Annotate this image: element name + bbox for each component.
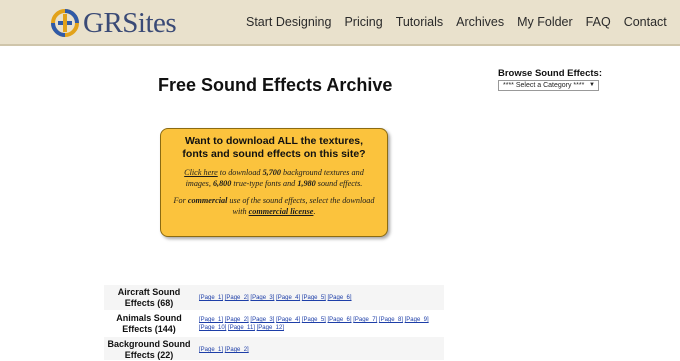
main-nav: Start Designing Pricing Tutorials Archiv…	[246, 0, 680, 44]
nav-my-folder[interactable]: My Folder	[517, 15, 573, 29]
category-select[interactable]: **** Select a Category **** ▼	[498, 80, 599, 91]
category-pages: [Page_1] [Page_2]	[194, 337, 444, 360]
category-row-animals: Animals Sound Effects (144) [Page_1] [Pa…	[104, 311, 444, 337]
page-link[interactable]: [Page_2]	[225, 347, 249, 353]
promo-text: true-type fonts and	[231, 178, 298, 188]
sound-archive-table: Aircraft Sound Effects (68) [Page_1] [Pa…	[104, 285, 444, 361]
logo-text: GRSites	[83, 7, 177, 39]
nav-faq[interactable]: FAQ	[586, 15, 611, 29]
page-link[interactable]: [Page_5]	[302, 317, 326, 323]
promo-paragraph-commercial: For commercial use of the sound effects,…	[171, 196, 377, 217]
page-link[interactable]: [Page_1]	[199, 347, 223, 353]
page-link[interactable]: [Page_1]	[199, 317, 223, 323]
page-link[interactable]: [Page_3]	[250, 317, 274, 323]
nav-pricing[interactable]: Pricing	[344, 15, 382, 29]
nav-start-designing[interactable]: Start Designing	[246, 15, 331, 29]
page-link[interactable]: [Page_6]	[328, 295, 352, 301]
page-link[interactable]: [Page_10]	[199, 325, 226, 331]
promo-text: sound effects.	[315, 178, 363, 188]
download-promo-box: Want to download ALL the textures, fonts…	[160, 128, 388, 237]
promo-count-textures: 5,700	[262, 168, 281, 177]
page-link[interactable]: [Page_2]	[225, 295, 249, 301]
page-link[interactable]: [Page_1]	[199, 295, 223, 301]
page-link[interactable]: [Page_7]	[353, 317, 377, 323]
page-link[interactable]: [Page_9]	[405, 317, 429, 323]
promo-count-fonts: 6,800	[212, 178, 232, 188]
promo-count-sounds: 1,980	[297, 178, 316, 188]
promo-paragraph-download: Click here to download 5,700 background …	[171, 168, 377, 189]
commercial-license-link[interactable]: commercial license	[249, 207, 314, 216]
nav-tutorials[interactable]: Tutorials	[396, 15, 443, 29]
page-link[interactable]: [Page_2]	[225, 317, 249, 323]
category-pages: [Page_1] [Page_2] [Page_3] [Page_4] [Pag…	[194, 285, 444, 310]
category-name: Aircraft Sound Effects (68)	[117, 287, 181, 308]
category-row-background: Background Sound Effects (22) [Page_1] […	[104, 337, 444, 361]
page-link[interactable]: [Page_5]	[302, 295, 326, 301]
page-title: Free Sound Effects Archive	[158, 75, 393, 95]
logo-mark-icon	[50, 8, 80, 38]
page-link[interactable]: [Page_11]	[228, 325, 255, 331]
promo-text: For	[173, 196, 188, 205]
category-pages: [Page_1] [Page_2] [Page_3] [Page_4] [Pag…	[194, 311, 444, 336]
click-here-link[interactable]: Click here	[184, 168, 218, 177]
category-row-aircraft: Aircraft Sound Effects (68) [Page_1] [Pa…	[104, 285, 444, 311]
site-logo[interactable]: GRSites	[50, 7, 177, 39]
page-link[interactable]: [Page_12]	[257, 325, 284, 331]
site-header: GRSites Start Designing Pricing Tutorial…	[0, 0, 680, 46]
category-name: Background Sound Effects (22)	[107, 339, 191, 360]
dropdown-arrow-icon: ▼	[589, 82, 595, 88]
page-link[interactable]: [Page_3]	[250, 295, 274, 301]
promo-text: to download	[217, 168, 263, 177]
category-select-value: **** Select a Category ****	[503, 82, 585, 89]
nav-archives[interactable]: Archives	[456, 15, 504, 29]
promo-text: .	[313, 206, 316, 216]
browse-title: Browse Sound Effects:	[498, 68, 602, 79]
promo-commercial-word: commercial	[187, 196, 228, 205]
promo-heading: Want to download ALL the textures, fonts…	[182, 135, 366, 160]
category-name: Animals Sound Effects (144)	[116, 313, 182, 334]
page-link[interactable]: [Page_8]	[379, 317, 403, 323]
page-link[interactable]: [Page_4]	[276, 317, 300, 323]
nav-contact[interactable]: Contact	[624, 15, 667, 29]
browse-category-box: Browse Sound Effects: **** Select a Cate…	[498, 68, 602, 91]
page-link[interactable]: [Page_4]	[276, 295, 300, 301]
page-link[interactable]: [Page_6]	[328, 317, 352, 323]
